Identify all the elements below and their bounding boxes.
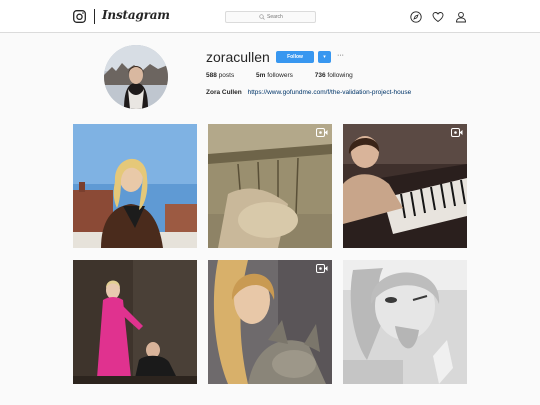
instagram-camera-icon[interactable]: [73, 10, 86, 23]
more-options-button[interactable]: ···: [337, 51, 345, 63]
post-thumbnail-6[interactable]: [343, 260, 467, 384]
video-icon: [316, 128, 328, 137]
profile-website-link[interactable]: https://www.gofundme.com/f/the-validatio…: [248, 89, 412, 96]
logo-divider: [94, 9, 95, 24]
post-thumbnail-3[interactable]: [343, 124, 467, 248]
following-label: following: [327, 72, 353, 79]
post-photo: [208, 124, 332, 248]
post-thumbnail-2[interactable]: [208, 124, 332, 248]
person-icon[interactable]: [455, 11, 467, 23]
search-icon: [259, 14, 265, 20]
compass-icon[interactable]: [410, 11, 422, 23]
post-photo: [208, 260, 332, 384]
followers-count: 5m: [256, 72, 266, 79]
search-input[interactable]: [267, 12, 315, 22]
post-thumbnail-1[interactable]: [73, 124, 197, 248]
instagram-wordmark[interactable]: Instagram: [102, 8, 170, 22]
heart-icon[interactable]: [432, 11, 444, 23]
post-photo: [73, 260, 197, 384]
profile-username: zoracullen: [206, 49, 270, 65]
search-box[interactable]: [225, 11, 316, 23]
video-icon: [451, 128, 463, 137]
post-photo: [343, 260, 467, 384]
profile-avatar: [104, 45, 168, 109]
profile-full-name: Zora Cullen: [206, 89, 242, 96]
video-icon: [316, 264, 328, 273]
posts-stat: 588 posts: [206, 72, 234, 79]
following-count: 736: [314, 72, 326, 79]
top-navigation-bar: Instagram: [0, 0, 540, 33]
following-stat[interactable]: 736 following: [315, 72, 353, 79]
profile-bio: Zora Cullen https://www.gofundme.com/f/t…: [206, 89, 411, 96]
follow-button[interactable]: Follow: [276, 51, 314, 63]
profile-stats: 588 posts 5m followers 736 following: [206, 72, 373, 79]
followers-label: followers: [267, 72, 293, 79]
post-photo: [73, 124, 197, 248]
posts-count: 588: [206, 72, 217, 79]
follow-dropdown-button[interactable]: ▾: [318, 51, 331, 63]
post-photo: [343, 124, 467, 248]
followers-stat[interactable]: 5m followers: [256, 72, 293, 79]
post-thumbnail-4[interactable]: [73, 260, 197, 384]
post-thumbnail-5[interactable]: [208, 260, 332, 384]
posts-label: posts: [218, 72, 235, 79]
